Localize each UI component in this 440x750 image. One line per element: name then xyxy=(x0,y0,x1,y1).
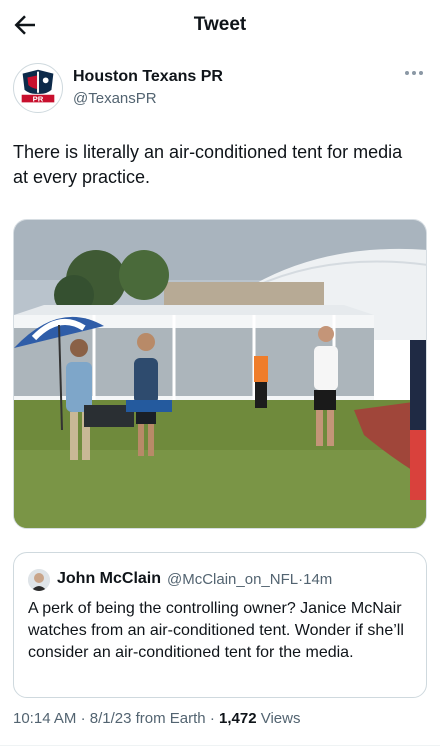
quoted-author-handle[interactable]: @McClain_on_NFL xyxy=(167,571,298,588)
quoted-tweet-text: A perk of being the controlling owner? J… xyxy=(28,600,404,661)
tweet-time[interactable]: 10:14 AM xyxy=(13,710,76,727)
author-handle[interactable]: @TexansPR xyxy=(73,90,157,107)
page-title: Tweet xyxy=(193,14,247,35)
meta-dot: · xyxy=(209,710,215,727)
author-name[interactable]: Houston Texans PR xyxy=(73,68,223,86)
houston-texans-logo-icon: PR xyxy=(21,69,55,103)
tweet-photo[interactable] xyxy=(13,219,427,529)
quoted-avatar[interactable] xyxy=(28,569,50,591)
views-count: 1,472 xyxy=(219,710,257,727)
tweet-text: There is literally an air-conditioned te… xyxy=(13,142,403,187)
tweet-author: PR Houston Texans PR @TexansPR xyxy=(13,63,427,115)
more-options-icon[interactable] xyxy=(403,65,425,81)
quoted-tweet-age: 14m xyxy=(303,571,333,588)
tweet-date[interactable]: 8/1/23 xyxy=(90,710,132,727)
tweet-meta: 10:14 AM · 8/1/23 from Earth · 1,472 Vie… xyxy=(13,710,300,727)
quoted-tweet[interactable]: John McClain @McClain_on_NFL·14m A perk … xyxy=(13,552,427,698)
meta-dot: · xyxy=(80,710,86,727)
quoted-author-meta: @McClain_on_NFL·14m xyxy=(167,571,332,588)
practice-field-tent-photo xyxy=(14,220,426,528)
views-label: Views xyxy=(260,710,301,727)
quoted-author-name[interactable]: John McClain xyxy=(57,570,161,588)
avatar-badge: PR xyxy=(33,94,44,103)
person-avatar-icon xyxy=(28,569,50,591)
top-bar: Tweet xyxy=(0,0,440,52)
tweet-source: from Earth xyxy=(135,710,206,727)
avatar[interactable]: PR xyxy=(13,63,63,113)
divider xyxy=(0,745,440,746)
